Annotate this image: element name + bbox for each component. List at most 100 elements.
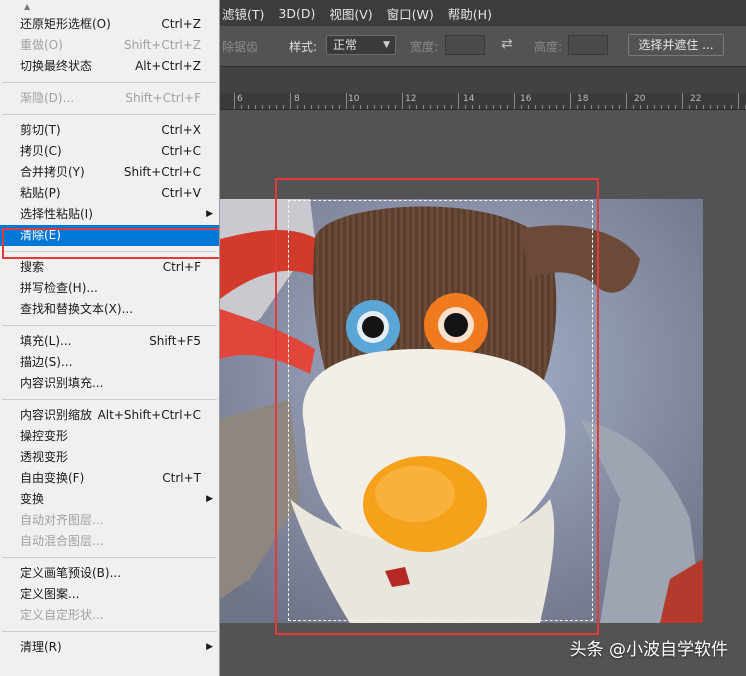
select-and-mask-button[interactable]: 选择并遮住 ... [628, 34, 724, 56]
ruler-tick [710, 105, 711, 109]
menu-separator [2, 251, 217, 252]
ruler-tick [241, 105, 242, 109]
height-input[interactable] [568, 35, 608, 55]
menu-item[interactable]: 剪切(T) Ctrl+X [0, 120, 219, 141]
ruler-tick [465, 105, 466, 109]
ruler-tick [570, 93, 571, 109]
menu-item-label: 清除(E) [20, 228, 61, 242]
canvas-area[interactable]: 头条 @小波自学软件 [220, 110, 746, 676]
menu-item: 重做(O) Shift+Ctrl+Z [0, 35, 219, 56]
menu-item[interactable]: 查找和替换文本(X)... [0, 299, 219, 320]
ruler-tick [360, 105, 361, 109]
menu-item: 渐隐(D)... Shift+Ctrl+F [0, 88, 219, 109]
menu-item-shortcut: Alt+Shift+Ctrl+C [97, 408, 201, 422]
menu-item[interactable]: 清除(E) [0, 225, 219, 246]
menu-item-label: 清理(R) [20, 640, 62, 654]
menu-item[interactable]: 合并拷贝(Y) Shift+Ctrl+C [0, 162, 219, 183]
menu-item[interactable]: 拷贝(C) Ctrl+C [0, 141, 219, 162]
annotation-rectangle [275, 178, 599, 635]
menu-item-label: 切换最终状态 [20, 59, 93, 73]
scroll-up-icon[interactable]: ▲ [0, 0, 219, 14]
menu-item[interactable]: 定义图案... [0, 584, 219, 605]
menu-item-shortcut: Ctrl+X [161, 123, 201, 137]
menu-item[interactable]: 变换 ▶ [0, 489, 219, 510]
ruler-tick [598, 105, 599, 109]
menu-separator [2, 631, 217, 632]
menu-item[interactable]: 操控变形 [0, 426, 219, 447]
ruler-tick [409, 105, 410, 109]
width-input[interactable] [445, 35, 485, 55]
menu-item[interactable]: 切换最终状态 Alt+Ctrl+Z [0, 56, 219, 77]
ruler-tick [682, 93, 683, 109]
ruler-tick [416, 105, 417, 109]
menu-item-label: 操控变形 [20, 429, 69, 443]
menu-item-shortcut: Alt+Ctrl+Z [135, 59, 201, 73]
swap-icon[interactable]: ⇄ [501, 36, 513, 52]
menu-separator [2, 82, 217, 83]
ruler-tick [458, 93, 459, 109]
menu-item-label: 渐隐(D)... [20, 91, 75, 105]
menu-item: 定义自定形状... [0, 605, 219, 626]
menu-item[interactable]: 填充(L)... Shift+F5 [0, 331, 219, 352]
height-label: 高度: [534, 40, 563, 54]
menu-item[interactable]: 粘贴(P) Ctrl+V [0, 183, 219, 204]
ruler-label: 10 [348, 94, 360, 104]
menu-item-label: 还原矩形选框(O) [20, 17, 111, 31]
menu-item[interactable]: 描边(S)... [0, 352, 219, 373]
menu-item[interactable]: 选择性粘贴(I) ▶ [0, 204, 219, 225]
ruler-tick [444, 105, 445, 109]
menu-item-label: 剪切(T) [20, 123, 61, 137]
menu-item[interactable]: 定义画笔预设(B)... [0, 563, 219, 584]
menu-item[interactable]: 搜索 Ctrl+F [0, 257, 219, 278]
menu-item-label: 拷贝(C) [20, 144, 62, 158]
menu-item[interactable]: 还原矩形选框(O) Ctrl+Z [0, 14, 219, 35]
menu-item[interactable]: 透视变形 [0, 447, 219, 468]
ruler-tick [696, 105, 697, 109]
style-select[interactable]: 正常 ▼ [326, 35, 396, 55]
menu-filter[interactable]: 滤镜(T) [222, 4, 264, 23]
menu-item-label: 自动混合图层... [20, 534, 104, 548]
menu-item-label: 自由变换(F) [20, 471, 85, 485]
menu-item-shortcut: Ctrl+F [162, 260, 201, 274]
ruler-tick [388, 105, 389, 109]
menu-item[interactable]: 清理(R) ▶ [0, 637, 219, 658]
ruler-tick [640, 105, 641, 109]
menu-item-shortcut: Ctrl+V [161, 186, 201, 200]
ruler-tick [507, 105, 508, 109]
menu-item[interactable]: 自由变换(F) Ctrl+T [0, 468, 219, 489]
width-label: 宽度: [410, 40, 439, 54]
ruler-tick [437, 105, 438, 109]
ruler-tick [353, 105, 354, 109]
ruler-tick [493, 105, 494, 109]
ruler-tick [528, 105, 529, 109]
menu-help[interactable]: 帮助(H) [448, 4, 492, 23]
ruler-tick [556, 105, 557, 109]
ruler-tick [619, 105, 620, 109]
menu-item-label: 描边(S)... [20, 355, 73, 369]
ruler-tick [451, 105, 452, 109]
ruler-tick [325, 105, 326, 109]
ruler-tick [731, 105, 732, 109]
menu-3d[interactable]: 3D(D) [278, 6, 315, 21]
horizontal-ruler: 6 8 10 12 14 16 18 20 22 [220, 93, 746, 110]
antialias-checkbox-label[interactable]: 除锯齿 [222, 38, 258, 55]
ruler-tick [472, 105, 473, 109]
menu-bar-items: 滤镜(T) 3D(D) 视图(V) 窗口(W) 帮助(H) [222, 0, 506, 26]
menu-item-label: 合并拷贝(Y) [20, 165, 85, 179]
ruler-tick [668, 105, 669, 109]
ruler-tick [542, 105, 543, 109]
ruler-label: 22 [690, 94, 702, 104]
menu-item-label: 粘贴(P) [20, 186, 61, 200]
ruler-tick [367, 105, 368, 109]
menu-item[interactable]: 内容识别填充... [0, 373, 219, 394]
ruler-tick [661, 105, 662, 109]
menu-item-shortcut: Ctrl+C [161, 144, 201, 158]
menu-view[interactable]: 视图(V) [329, 4, 372, 23]
ruler-tick [500, 105, 501, 109]
menu-item-shortcut: Shift+Ctrl+Z [124, 38, 201, 52]
menu-item[interactable]: 内容识别缩放 Alt+Shift+Ctrl+C [0, 405, 219, 426]
menu-item-label: 变换 [20, 492, 45, 506]
menu-window[interactable]: 窗口(W) [387, 4, 434, 23]
menu-item-label: 透视变形 [20, 450, 69, 464]
menu-item[interactable]: 拼写检查(H)... [0, 278, 219, 299]
